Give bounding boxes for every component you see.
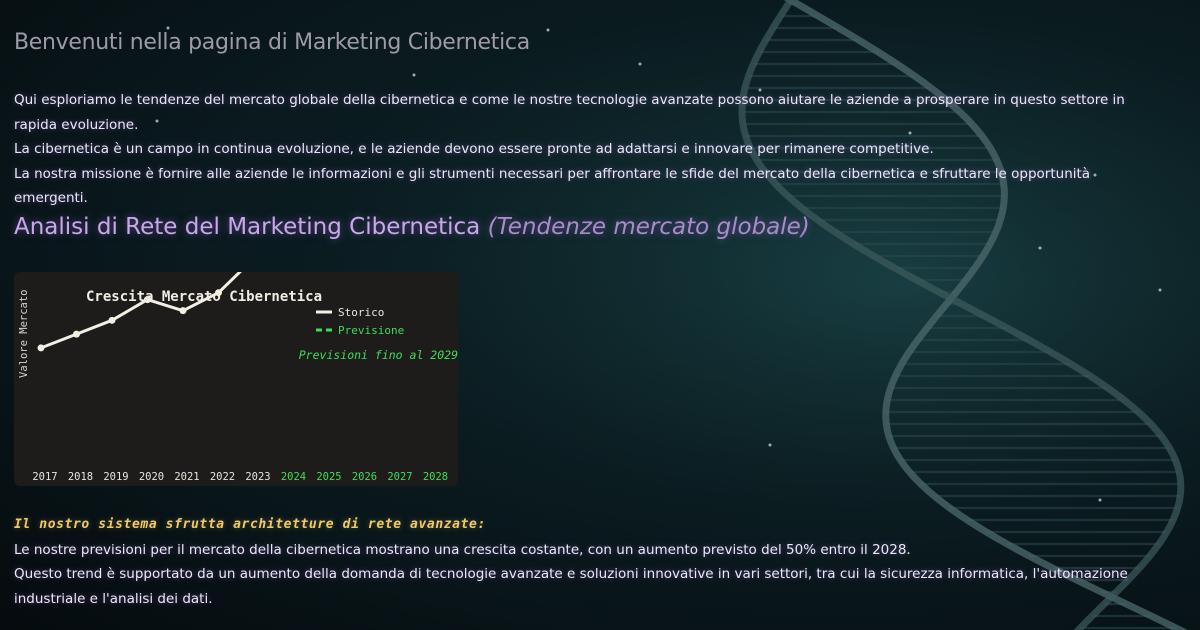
x-tick-label: 2027 [387, 471, 412, 483]
intro-paragraph: La cibernetica è un campo in continua ev… [14, 141, 934, 157]
x-tick-label: 2028 [423, 471, 448, 483]
x-tick-label: 2025 [316, 471, 341, 483]
x-tick-label: 2022 [210, 471, 235, 483]
x-tick-label: 2020 [139, 471, 164, 483]
page-content: Benvenuti nella pagina di Marketing Cibe… [0, 0, 1200, 630]
chart-canvas: Crescita Mercato Cibernetica Valore Merca… [18, 272, 458, 483]
market-growth-chart: Crescita Mercato Cibernetica Valore Merca… [14, 272, 458, 486]
x-tick-label: 2018 [68, 471, 93, 483]
intro-text: Qui esploriamo le tendenze del mercato g… [14, 88, 1144, 211]
x-tick-label: 2023 [245, 471, 270, 483]
chart-annotation: Previsioni fino al 2029 [299, 348, 458, 362]
bottom-text: Il nostro sistema sfrutta architetture d… [14, 513, 1154, 611]
chart-ylabel: Valore Mercato [18, 289, 30, 378]
highlight-text: Il nostro sistema sfrutta architetture d… [14, 517, 486, 532]
data-point [215, 289, 222, 297]
data-point [73, 330, 80, 338]
data-point [108, 316, 116, 324]
legend-label-storico: Storico [338, 306, 384, 319]
forecast-paragraph: Le nostre previsioni per il mercato dell… [14, 541, 911, 558]
x-tick-label: 2017 [32, 471, 57, 483]
page-title: Benvenuti nella pagina di Marketing Cibe… [14, 30, 530, 55]
intro-paragraph: Qui esploriamo le tendenze del mercato g… [14, 92, 1125, 133]
section-subtitle: (Tendenze mercato globale) [487, 214, 810, 240]
data-point [144, 296, 151, 304]
section-title: Analisi di Rete del Marketing Cibernetic… [14, 214, 810, 240]
intro-paragraph: La nostra missione è fornire alle aziend… [14, 165, 1091, 207]
chart-title: Crescita Mercato Cibernetica [86, 289, 322, 305]
x-tick-label: 2024 [281, 471, 306, 483]
trend-paragraph: Questo trend è supportato da un aumento … [14, 566, 1128, 607]
x-tick-label: 2026 [352, 471, 377, 483]
x-tick-label: 2019 [103, 471, 128, 483]
section-title-main: Analisi di Rete del Marketing Cibernetic… [14, 214, 481, 240]
data-point [179, 307, 187, 315]
x-tick-label: 2021 [174, 471, 199, 483]
data-point [37, 344, 45, 352]
legend-label-previsione: Previsione [338, 324, 404, 337]
series-line-storico [40, 272, 242, 350]
